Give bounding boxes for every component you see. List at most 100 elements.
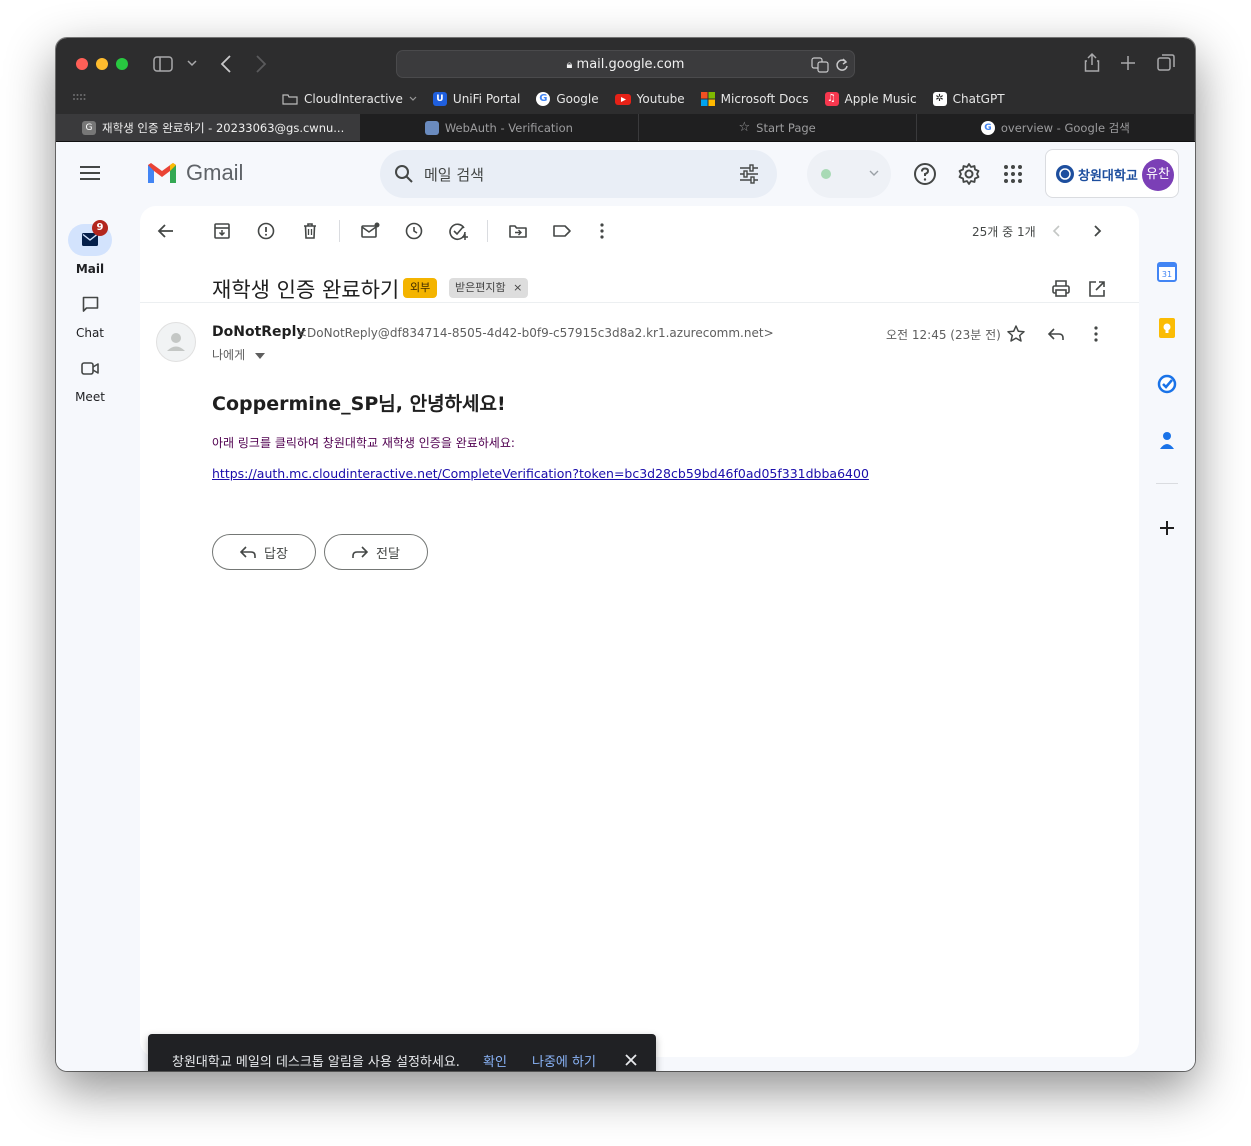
sidebar-toggle-icon[interactable] (153, 55, 173, 73)
bookmark-cloudinteractive[interactable]: CloudInteractive (282, 92, 417, 106)
chevron-down-icon[interactable] (187, 60, 197, 68)
back-arrow-icon[interactable] (154, 219, 178, 243)
verification-link[interactable]: https://auth.mc.cloudinteractive.net/Com… (212, 466, 869, 481)
browser-window: 🔒︎ mail.google.com CloudInteractive U Un… (56, 38, 1195, 1071)
snackbar-message: 창원대학교 메일의 데스크톱 알림을 사용 설정하세요. (172, 1055, 460, 1070)
grid-dots-icon[interactable] (72, 93, 86, 103)
account-switcher[interactable]: 창원대학교 유찬 (1045, 149, 1179, 198)
back-icon[interactable] (220, 55, 232, 73)
bookmark-youtube[interactable]: Youtube (614, 92, 685, 106)
bookmarks-bar: CloudInteractive U UniFi Portal G Google… (282, 89, 1005, 109)
reply-icon[interactable] (1044, 322, 1068, 346)
tab-gmail[interactable]: G 재학생 인증 완료하기 - 20233063@gs.cwnu... (56, 114, 361, 141)
nav-label-meet: Meet (75, 390, 105, 404)
tab-google-search[interactable]: G overview - Google 검색 (917, 114, 1195, 141)
recipient-details[interactable]: 나에게 (212, 346, 265, 363)
contacts-icon[interactable] (1157, 430, 1177, 450)
more-vert-icon[interactable] (1084, 322, 1108, 346)
message-date: 오전 12:45 (23분 전) (886, 328, 1001, 342)
search-bar[interactable]: 메일 검색 (380, 150, 777, 198)
svg-text:31: 31 (1162, 270, 1172, 279)
status-selector[interactable] (807, 150, 891, 198)
tab-overview-icon[interactable] (1157, 54, 1175, 72)
close-window-button[interactable] (76, 58, 88, 70)
tab-strip: G 재학생 인증 완료하기 - 20233063@gs.cwnu... WebA… (56, 114, 1195, 142)
search-options-icon[interactable] (739, 164, 759, 184)
translate-icon[interactable] (811, 57, 829, 73)
message-instruction: 아래 링크를 클릭하여 창원대학교 재학생 인증을 완료하세요: (212, 436, 515, 450)
label-tag-icon[interactable] (550, 219, 574, 243)
search-input[interactable]: 메일 검색 (424, 164, 484, 185)
reload-icon[interactable] (835, 57, 849, 73)
help-icon[interactable] (913, 162, 937, 186)
sender-avatar[interactable] (156, 322, 196, 362)
tasks-icon[interactable] (1157, 374, 1177, 394)
delete-trash-icon[interactable] (298, 219, 322, 243)
reply-icon (240, 546, 256, 558)
newer-chevron-left-icon[interactable] (1045, 219, 1069, 243)
browser-toolbar: 🔒︎ mail.google.com CloudInteractive U Un… (56, 38, 1195, 114)
tab-start-page[interactable]: ☆ Start Page (639, 114, 917, 141)
caret-down-icon (254, 353, 265, 359)
mark-unread-icon[interactable] (358, 219, 382, 243)
zoom-window-button[interactable] (116, 58, 128, 70)
gmail-app: Gmail 메일 검색 창원대학교 유찬 9 Mail Chat Meet 25… (56, 142, 1195, 1071)
lock-icon: 🔒︎ (566, 58, 573, 71)
older-chevron-right-icon[interactable] (1085, 219, 1109, 243)
address-bar[interactable]: 🔒︎ mail.google.com (396, 50, 855, 78)
add-addon-icon[interactable] (1157, 518, 1177, 538)
print-icon[interactable] (1049, 277, 1073, 301)
bookmark-apple-music[interactable]: ♫ Apple Music (824, 92, 917, 106)
move-to-icon[interactable] (506, 219, 530, 243)
nav-meet[interactable]: Meet (68, 352, 112, 404)
rail-divider (1156, 483, 1178, 484)
mail-nav-pill: 9 (68, 220, 112, 256)
snooze-clock-icon[interactable] (402, 219, 426, 243)
bookmark-google[interactable]: G Google (536, 92, 599, 106)
video-camera-icon (81, 362, 99, 375)
bookmark-unifi-portal[interactable]: U UniFi Portal (432, 92, 520, 106)
reply-button[interactable]: 답장 (212, 534, 316, 570)
keep-icon[interactable] (1157, 318, 1177, 338)
notification-snackbar: 창원대학교 메일의 데스크톱 알림을 사용 설정하세요. 확인 나중에 하기 (148, 1034, 656, 1071)
search-icon[interactable] (394, 164, 414, 184)
forward-icon[interactable] (255, 55, 267, 73)
unifi-icon: U (432, 92, 447, 106)
close-icon[interactable] (624, 1053, 638, 1067)
forward-button[interactable]: 전달 (324, 534, 428, 570)
university-logo-icon (1056, 165, 1074, 183)
minimize-window-button[interactable] (96, 58, 108, 70)
gmail-logo[interactable]: Gmail (146, 160, 243, 186)
share-icon[interactable] (1084, 52, 1100, 72)
star-icon[interactable] (1004, 322, 1028, 346)
apps-grid-icon[interactable] (1001, 162, 1025, 186)
open-new-window-icon[interactable] (1085, 277, 1109, 301)
status-dot-icon (821, 169, 831, 179)
bookmark-chatgpt[interactable]: ✲ ChatGPT (932, 92, 1005, 106)
settings-gear-icon[interactable] (957, 162, 981, 186)
calendar-icon[interactable]: 31 (1157, 262, 1177, 282)
nav-label-mail: Mail (75, 262, 105, 276)
main-menu-icon[interactable] (80, 166, 100, 180)
avatar[interactable]: 유찬 (1142, 159, 1174, 191)
forward-icon (352, 546, 369, 558)
snackbar-confirm-button[interactable]: 확인 (483, 1051, 507, 1070)
inbox-label[interactable]: 받은편지함 × (449, 278, 529, 298)
report-spam-icon[interactable] (254, 219, 278, 243)
microsoft-icon (700, 92, 715, 106)
snackbar-later-button[interactable]: 나중에 하기 (532, 1051, 596, 1070)
nav-mail[interactable]: 9 Mail (68, 220, 112, 276)
archive-icon[interactable] (210, 219, 234, 243)
sender-name[interactable]: DoNotReply (212, 324, 306, 340)
gmail-favicon-icon: G (82, 120, 96, 135)
new-tab-icon[interactable] (1121, 56, 1135, 70)
nav-chat[interactable]: Chat (68, 288, 112, 340)
remove-label-icon[interactable]: × (513, 281, 522, 294)
add-task-icon[interactable] (446, 219, 470, 243)
more-vert-icon[interactable] (590, 219, 614, 243)
bookmark-microsoft-docs[interactable]: Microsoft Docs (700, 92, 809, 106)
youtube-icon (614, 94, 631, 105)
chat-icon (82, 296, 99, 312)
nav-label-chat: Chat (75, 326, 105, 340)
tab-webauth[interactable]: WebAuth - Verification (360, 114, 639, 141)
